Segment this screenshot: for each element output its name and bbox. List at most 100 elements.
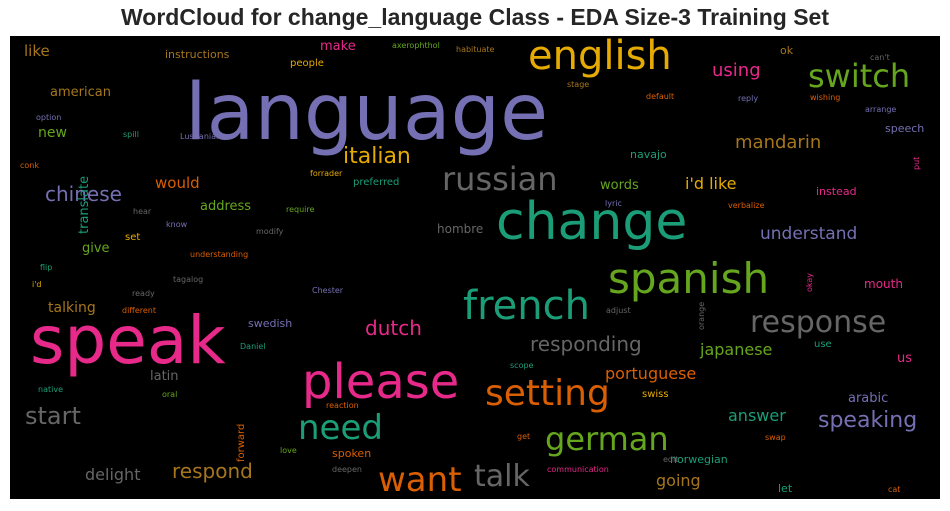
- wordcloud-word: need: [298, 408, 383, 448]
- wordcloud-word: Daniel: [240, 342, 266, 351]
- wordcloud-canvas: language speak change english please spanish f…: [10, 36, 940, 499]
- wordcloud-word: native: [38, 385, 63, 394]
- wordcloud-word: please: [302, 354, 460, 410]
- wordcloud-word: response: [750, 305, 887, 340]
- wordcloud-word: responding: [530, 332, 642, 356]
- wordcloud-word: swedish: [248, 317, 293, 330]
- wordcloud-word: start: [25, 402, 81, 430]
- wordcloud-word: norwegian: [670, 453, 728, 466]
- wordcloud-word: axerophthol: [392, 41, 440, 50]
- wordcloud-word: translate: [77, 176, 92, 235]
- wordcloud-word: let: [778, 482, 793, 495]
- wordcloud-word: italian: [343, 144, 411, 169]
- wordcloud-word: speech: [885, 122, 925, 135]
- wordcloud-word: option: [36, 113, 62, 122]
- wordcloud-word: scope: [510, 361, 534, 370]
- wordcloud-word: german: [545, 420, 669, 458]
- wordcloud-word: english: [528, 36, 672, 79]
- wordcloud-word: instructions: [165, 48, 230, 61]
- wordcloud-word: make: [320, 39, 356, 54]
- wordcloud-word: verbalize: [728, 201, 765, 210]
- wordcloud-word: japanese: [700, 340, 773, 359]
- wordcloud-word: speaking: [818, 408, 918, 433]
- wordcloud-word: reply: [738, 94, 759, 103]
- wordcloud-word: new: [38, 125, 67, 141]
- wordcloud-word: can't: [870, 53, 890, 62]
- wordcloud-word: different: [122, 306, 156, 315]
- wordcloud-word: using: [712, 60, 761, 81]
- wordcloud-word: switch: [808, 57, 911, 95]
- wordcloud-word: get: [517, 432, 531, 441]
- wordcloud-word: give: [82, 241, 110, 256]
- wordcloud-word: set: [125, 232, 141, 243]
- wordcloud-word: respond: [172, 459, 253, 483]
- wordcloud-word: swap: [765, 433, 786, 442]
- wordcloud-word: know: [166, 220, 188, 229]
- wordcloud-word: spanish: [608, 254, 770, 303]
- wordcloud-word: french: [463, 283, 590, 329]
- wordcloud-word: latin: [150, 369, 179, 384]
- wordcloud-word: talking: [48, 300, 96, 316]
- wordcloud-word: ready: [132, 289, 155, 298]
- wordcloud-word: navajo: [630, 148, 667, 161]
- wordcloud-word: tagalog: [173, 275, 204, 284]
- wordcloud-word: us: [897, 351, 913, 366]
- wordcloud-word: people: [290, 58, 324, 69]
- wordcloud-word: require: [286, 205, 315, 214]
- wordcloud-word: spoken: [332, 447, 372, 460]
- wordcloud-word: okay: [805, 273, 814, 293]
- wordcloud-word: swiss: [642, 389, 669, 400]
- wordcloud-word: talk: [474, 459, 530, 494]
- wordcloud-word: dutch: [365, 316, 422, 340]
- wordcloud-word: modify: [256, 227, 284, 236]
- wordcloud-word: reaction: [326, 401, 359, 410]
- wordcloud-word: ok: [780, 44, 794, 57]
- wordcloud-word: deepen: [332, 465, 362, 474]
- wordcloud-word: words: [600, 178, 639, 193]
- wordcloud-word: forrader: [310, 169, 343, 178]
- wordcloud-word: habituate: [456, 45, 495, 54]
- wordcloud-word: understand: [760, 224, 858, 244]
- wordcloud-word: Chester: [312, 286, 344, 295]
- wordcloud-word: forward: [236, 423, 247, 462]
- wordcloud-word: oral: [162, 390, 178, 399]
- wordcloud-word: change: [496, 192, 688, 252]
- wordcloud-word: arabic: [848, 391, 889, 406]
- wordcloud-word: hear: [133, 207, 152, 216]
- wordcloud-word: flip: [40, 263, 53, 272]
- wordcloud-word: use: [814, 339, 832, 350]
- wordcloud-word: stage: [567, 80, 590, 89]
- wordcloud-word: i'd: [32, 280, 42, 289]
- wordcloud-word: adjust: [606, 306, 631, 315]
- chart-title: WordCloud for change_language Class - ED…: [120, 4, 829, 30]
- wordcloud-word: want: [378, 460, 462, 499]
- wordcloud-word: spill: [123, 130, 139, 139]
- wordcloud-word: speak: [30, 302, 226, 379]
- wordcloud-word: hombre: [437, 222, 484, 236]
- wordcloud-word: russian: [442, 160, 558, 198]
- wordcloud-word: conk: [20, 161, 39, 170]
- wordcloud-word: edit: [663, 455, 679, 464]
- wordcloud-word: instead: [816, 185, 857, 198]
- wordcloud-word: orange: [697, 301, 706, 330]
- wordcloud-word: cat: [888, 485, 901, 494]
- wordcloud-word: arrange: [865, 105, 897, 114]
- wordcloud-word: address: [200, 199, 252, 214]
- wordcloud-word: lyric: [605, 199, 622, 208]
- wordcloud-word: mandarin: [735, 132, 822, 153]
- wordcloud-word: like: [24, 42, 50, 60]
- wordcloud-word: going: [656, 471, 701, 490]
- wordcloud-word: setting: [485, 373, 610, 414]
- wordcloud-word: would: [155, 174, 200, 192]
- wordcloud-word: i'd like: [685, 174, 737, 193]
- wordcloud-word: put: [912, 157, 921, 171]
- wordcloud-word: Lusitanian: [180, 132, 222, 141]
- wordcloud-word: american: [50, 85, 111, 100]
- wordcloud-word: wishing: [810, 93, 841, 102]
- wordcloud-word: answer: [728, 406, 786, 425]
- wordcloud-word: language: [185, 68, 549, 158]
- wordcloud-word: love: [280, 446, 297, 455]
- wordcloud-word: preferred: [353, 177, 400, 188]
- wordcloud-word: default: [646, 92, 675, 101]
- wordcloud-word: understanding: [190, 250, 249, 259]
